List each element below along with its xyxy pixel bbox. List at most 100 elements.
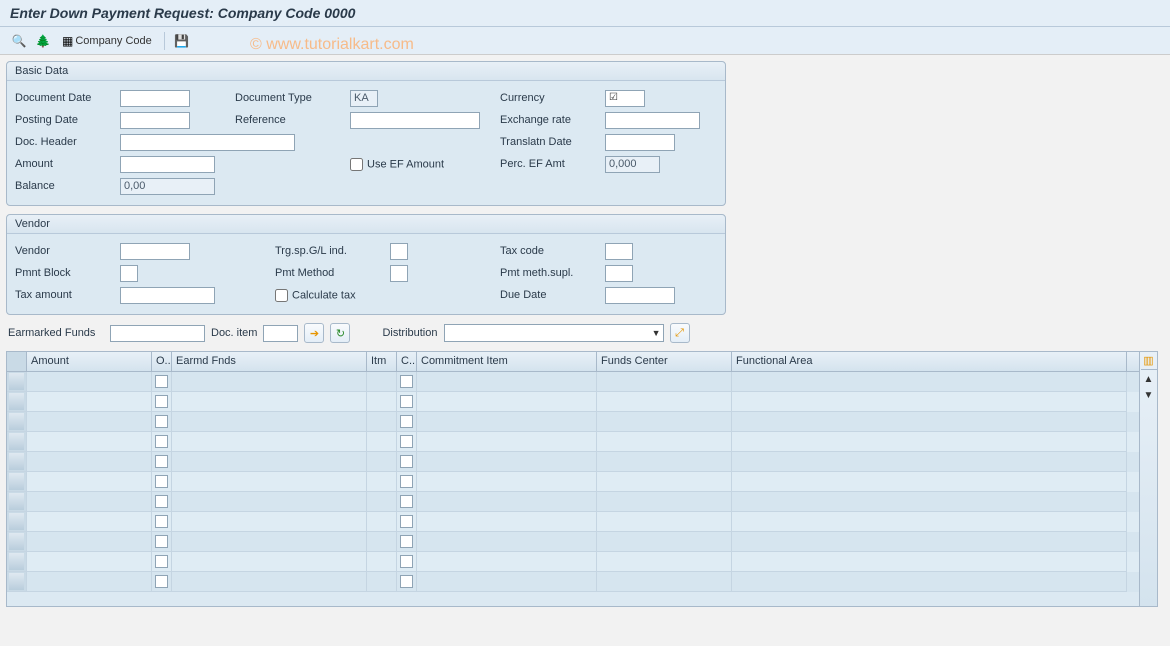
o-checkbox[interactable] (155, 495, 168, 508)
page-title: Enter Down Payment Request: Company Code… (0, 0, 1170, 27)
table-row[interactable] (7, 492, 1139, 512)
tree-on-icon[interactable]: 🌲 (34, 32, 52, 50)
company-code-button[interactable]: ▦ Company Code (58, 32, 156, 50)
posting-date-field[interactable] (120, 112, 190, 129)
o-checkbox[interactable] (155, 575, 168, 588)
o-checkbox[interactable] (155, 475, 168, 488)
arrow-right-icon[interactable]: ➔ (304, 323, 324, 343)
translatn-date-field[interactable] (605, 134, 675, 151)
o-checkbox[interactable] (155, 415, 168, 428)
table-row[interactable] (7, 452, 1139, 472)
c-checkbox[interactable] (400, 475, 413, 488)
label-tax-amount: Tax amount (15, 289, 120, 301)
label-calc-tax: Calculate tax (292, 289, 356, 301)
reference-field[interactable] (350, 112, 480, 129)
row-selector[interactable] (9, 493, 24, 510)
col-functional-area[interactable]: Functional Area (732, 352, 1127, 371)
row-selector[interactable] (9, 473, 24, 490)
c-checkbox[interactable] (400, 515, 413, 528)
row-selector[interactable] (9, 573, 24, 590)
row-selector[interactable] (9, 533, 24, 550)
c-checkbox[interactable] (400, 415, 413, 428)
row-selector[interactable] (9, 413, 24, 430)
row-selector[interactable] (9, 393, 24, 410)
perc-ef-amt-field[interactable] (605, 156, 660, 173)
earmarked-funds-field[interactable] (110, 325, 205, 342)
distribution-combobox[interactable]: ▼ (444, 324, 664, 342)
pmt-supl-field[interactable] (605, 265, 633, 282)
tax-code-field[interactable] (605, 243, 633, 260)
row-selector[interactable] (9, 553, 24, 570)
c-checkbox[interactable] (400, 395, 413, 408)
doc-item-field[interactable] (263, 325, 298, 342)
display-overview-icon[interactable]: 🔍 (10, 32, 28, 50)
o-checkbox[interactable] (155, 395, 168, 408)
o-checkbox[interactable] (155, 455, 168, 468)
row-selector[interactable] (9, 433, 24, 450)
row-selector[interactable] (9, 373, 24, 390)
table-row[interactable] (7, 572, 1139, 592)
label-balance: Balance (15, 180, 120, 192)
doc-header-field[interactable] (120, 134, 295, 151)
table-row[interactable] (7, 472, 1139, 492)
col-select[interactable] (7, 352, 27, 371)
table-header: Amount O.. Earmd Fnds Itm C.. Commitment… (7, 352, 1139, 372)
use-ef-amount-checkbox[interactable] (350, 158, 363, 171)
table-row[interactable] (7, 532, 1139, 552)
table-row[interactable] (7, 412, 1139, 432)
table-row[interactable] (7, 432, 1139, 452)
col-c[interactable]: C.. (397, 352, 417, 371)
table-row[interactable] (7, 392, 1139, 412)
label-currency: Currency (500, 92, 605, 104)
vendor-title: Vendor (7, 215, 725, 234)
calculate-tax-checkbox[interactable] (275, 289, 288, 302)
label-document-type: Document Type (235, 92, 350, 104)
o-checkbox[interactable] (155, 555, 168, 568)
o-checkbox[interactable] (155, 535, 168, 548)
c-checkbox[interactable] (400, 375, 413, 388)
table-settings-icon[interactable]: ▥ (1141, 352, 1157, 370)
c-checkbox[interactable] (400, 535, 413, 548)
o-checkbox[interactable] (155, 435, 168, 448)
col-o[interactable]: O.. (152, 352, 172, 371)
exchange-rate-field[interactable] (605, 112, 700, 129)
label-pmnt-block: Pmnt Block (15, 267, 120, 279)
row-selector[interactable] (9, 453, 24, 470)
amount-field[interactable] (120, 156, 215, 173)
label-pmt-method: Pmt Method (275, 267, 390, 279)
scroll-down-icon[interactable]: ▼ (1142, 388, 1156, 402)
c-checkbox[interactable] (400, 455, 413, 468)
document-date-field[interactable] (120, 90, 190, 107)
c-checkbox[interactable] (400, 575, 413, 588)
due-date-field[interactable] (605, 287, 675, 304)
park-document-icon[interactable]: 💾 (173, 32, 191, 50)
c-checkbox[interactable] (400, 495, 413, 508)
trg-sp-gl-field[interactable] (390, 243, 408, 260)
row-selector[interactable] (9, 513, 24, 530)
label-perc-ef-amt: Perc. EF Amt (500, 158, 605, 170)
document-type-field[interactable] (350, 90, 378, 107)
table-row[interactable] (7, 512, 1139, 532)
c-checkbox[interactable] (400, 555, 413, 568)
tax-amount-field[interactable] (120, 287, 215, 304)
col-earmd-fnds[interactable]: Earmd Fnds (172, 352, 367, 371)
scroll-up-icon[interactable]: ▲ (1142, 372, 1156, 386)
o-checkbox[interactable] (155, 515, 168, 528)
pmnt-block-field[interactable] (120, 265, 138, 282)
table-row[interactable] (7, 372, 1139, 392)
col-itm[interactable]: Itm (367, 352, 397, 371)
pmt-method-field[interactable] (390, 265, 408, 282)
vendor-field[interactable] (120, 243, 190, 260)
col-commitment-item[interactable]: Commitment Item (417, 352, 597, 371)
company-code-icon: ▦ (62, 34, 73, 48)
label-distribution: Distribution (382, 327, 437, 339)
refresh-icon[interactable]: ↻ (330, 323, 350, 343)
vendor-group: Vendor Vendor Trg.sp.G/L ind. Tax code P… (6, 214, 726, 315)
col-amount[interactable]: Amount (27, 352, 152, 371)
c-checkbox[interactable] (400, 435, 413, 448)
o-checkbox[interactable] (155, 375, 168, 388)
col-funds-center[interactable]: Funds Center (597, 352, 732, 371)
expand-icon[interactable]: ⤢ (670, 323, 690, 343)
label-use-ef-amount: Use EF Amount (367, 158, 444, 170)
table-row[interactable] (7, 552, 1139, 572)
